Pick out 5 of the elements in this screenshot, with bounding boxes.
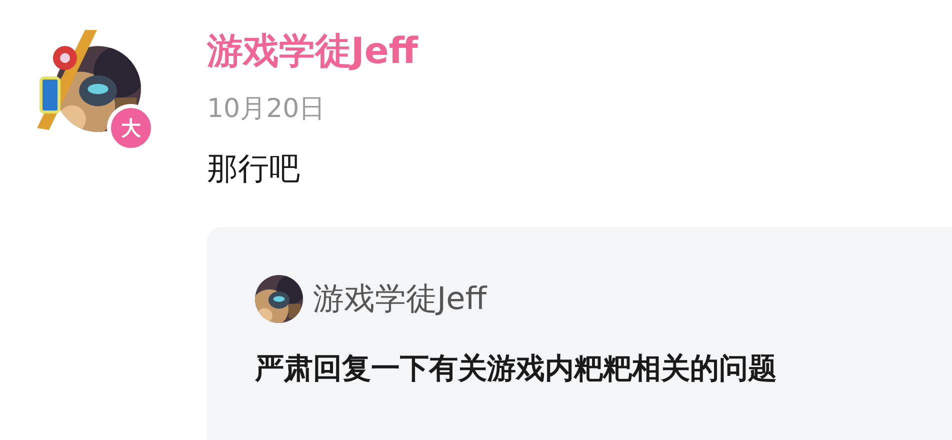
quote-title: 严肃回复一下有关游戏内粑粑相关的问题: [255, 350, 778, 387]
quote-author: 游戏学徒Jeff: [313, 280, 487, 319]
quote-card[interactable]: 游戏学徒Jeff 严肃回复一下有关游戏内粑粑相关的问题: [207, 227, 952, 440]
post-date: 10月20日: [207, 96, 326, 122]
message-text: 那行吧: [207, 154, 301, 185]
